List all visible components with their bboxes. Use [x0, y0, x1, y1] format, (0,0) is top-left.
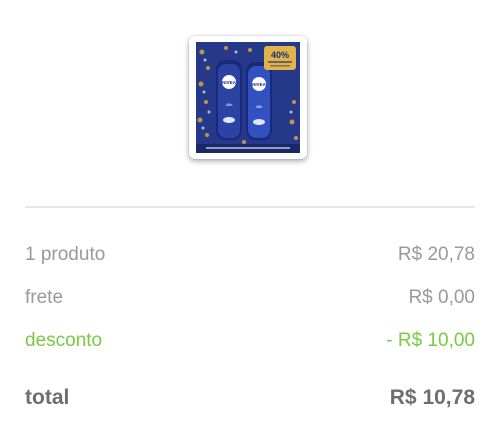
products-value: R$ 20,78 — [397, 244, 475, 265]
total-value: R$ 10,78 — [389, 386, 475, 409]
discount-label: desconto — [25, 330, 103, 351]
products-label: 1 produto — [25, 244, 106, 265]
product-thumbnail-card[interactable]: NIVEA 48h NIVEA 48h 40% — [189, 36, 307, 159]
summary-row-products: 1 produto R$ 20,78 — [25, 244, 475, 266]
summary-row-shipping: frete R$ 0,00 — [25, 287, 475, 309]
svg-text:48h: 48h — [256, 104, 263, 109]
shipping-value: R$ 0,00 — [408, 287, 475, 308]
total-label: total — [25, 386, 70, 409]
product-image: NIVEA 48h NIVEA 48h 40% — [196, 42, 300, 153]
svg-text:48h: 48h — [226, 102, 233, 107]
svg-text:NIVEA: NIVEA — [222, 80, 237, 85]
svg-text:40%: 40% — [271, 50, 289, 60]
summary-row-total: total R$ 10,78 — [25, 386, 475, 410]
summary-row-discount: desconto - R$ 10,00 — [25, 330, 475, 352]
divider — [25, 206, 475, 208]
shipping-label: frete — [25, 287, 64, 308]
discount-value: - R$ 10,00 — [386, 330, 475, 351]
svg-text:NIVEA: NIVEA — [252, 82, 267, 87]
